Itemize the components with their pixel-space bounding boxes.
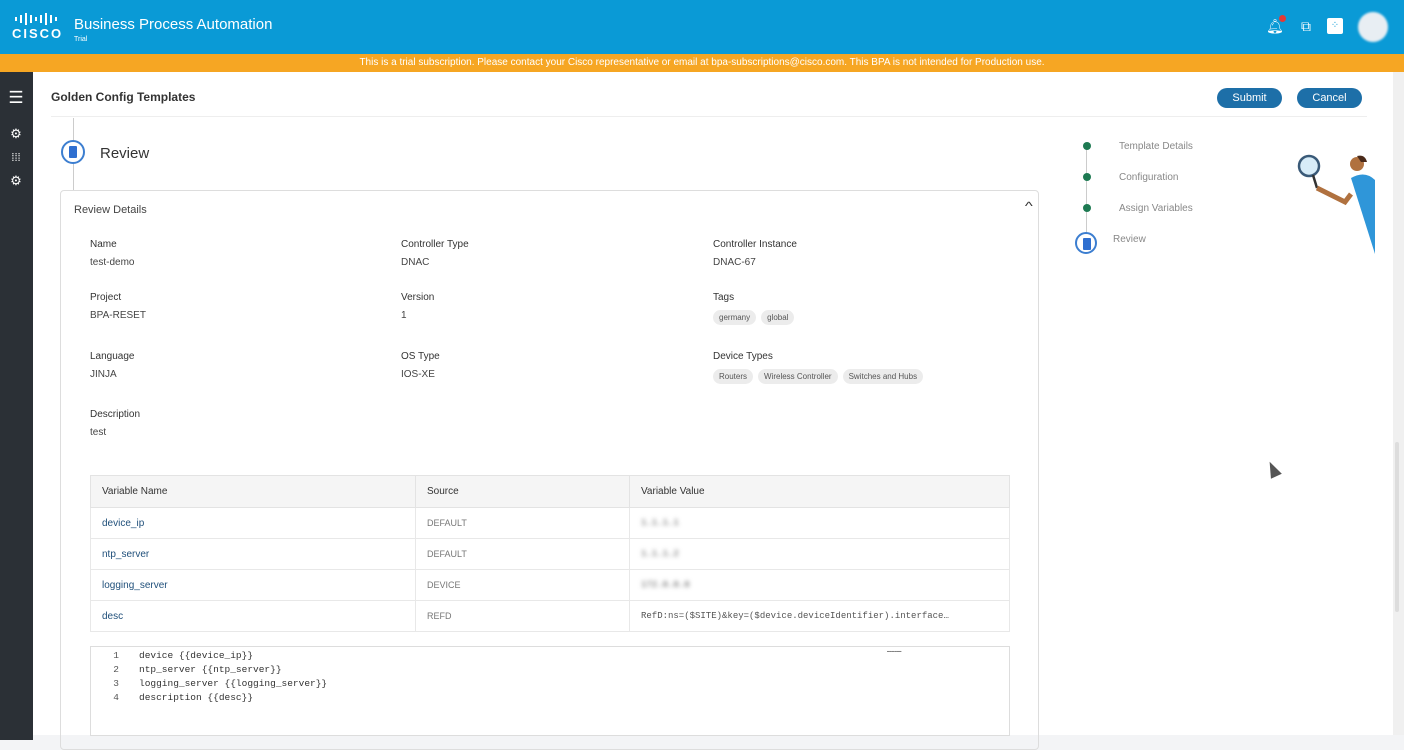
step-complete-icon [1083, 204, 1091, 212]
gear-icon[interactable]: ⚙ [8, 126, 24, 142]
field-controller-instance: Controller Instance DNAC-67 [713, 239, 797, 268]
review-step-icon [61, 140, 85, 164]
external-link-icon[interactable]: ⧉ [1298, 18, 1314, 34]
field-tags: Tags germany global [713, 292, 799, 325]
step-configuration[interactable]: Configuration [1119, 172, 1178, 183]
code-editor[interactable]: ▬▬▬▬▬▬ 1 device {{device_ip}} 2 ntp_server… [90, 646, 1010, 736]
variable-name: device_ip [90, 507, 416, 539]
scrollbar[interactable] [1393, 72, 1404, 735]
variable-source: DEFAULT [415, 507, 630, 539]
sidebar: ☰ ⚙ ⁞⁞⁞ ⚙ [0, 72, 33, 740]
cancel-button[interactable]: Cancel [1297, 88, 1362, 108]
page-title: Golden Config Templates [51, 90, 196, 104]
cisco-logo: cisco [12, 12, 64, 41]
variable-source: DEVICE [415, 569, 630, 601]
field-project: Project BPA-RESET [90, 292, 146, 321]
tag-chip: germany [713, 310, 757, 325]
logo-text: cisco [12, 26, 64, 41]
review-step-icon [1075, 232, 1097, 254]
tracker-line [1086, 146, 1087, 238]
app-title: Business Process Automation [74, 16, 273, 33]
table-row: device_ip DEFAULT 1.1.1.1 [90, 507, 1010, 539]
variable-source: DEFAULT [415, 538, 630, 570]
code-line: 2 ntp_server {{ntp_server}} [113, 664, 282, 675]
variable-name: logging_server [90, 569, 416, 601]
field-device-types: Device Types Routers Wireless Controller S… [713, 351, 928, 384]
code-line: 1 device {{device_ip}} [113, 650, 254, 661]
grid-icon[interactable]: ⁞⁞⁞ [8, 150, 24, 166]
step-template-details[interactable]: Template Details [1119, 141, 1193, 152]
code-line: 3 logging_server {{logging_server}} [113, 678, 328, 689]
column-header: Source [415, 475, 630, 508]
step-assign-variables[interactable]: Assign Variables [1119, 203, 1193, 214]
illustration-person-magnifier [1297, 154, 1375, 254]
settings-icon[interactable]: ⚙ [8, 173, 24, 189]
variable-source: REFD [415, 600, 630, 632]
divider [51, 116, 1367, 117]
variables-table: Variable Name Source Variable Value devi… [90, 475, 1010, 632]
trial-banner: This is a trial subscription. Please con… [0, 54, 1404, 72]
review-details-card: Review Details ^ Name test-demo Controlle… [60, 190, 1039, 750]
app-subtitle: Trial [74, 36, 88, 43]
table-row: logging_server DEVICE 172.0.0.0 [90, 569, 1010, 601]
variable-value: 1.1.1.1 [629, 507, 1010, 539]
field-controller-type: Controller Type DNAC [401, 239, 469, 268]
scrollbar-thumb[interactable] [1395, 442, 1399, 612]
bell-icon[interactable]: 🔔︎ [1266, 15, 1286, 34]
main-content: Golden Config Templates Submit Cancel Re… [33, 72, 1393, 750]
submit-button[interactable]: Submit [1217, 88, 1282, 108]
device-type-chip: Wireless Controller [758, 369, 838, 384]
table-row: desc REFD RefD:ns=($SITE)&key=($device.dev… [90, 600, 1010, 632]
variable-name: desc [90, 600, 416, 632]
variable-value: 1.1.1.2 [629, 538, 1010, 570]
step-complete-icon [1083, 142, 1091, 150]
variable-value: 172.0.0.0 [629, 569, 1010, 601]
avatar[interactable] [1358, 12, 1388, 42]
variable-value: RefD:ns=($SITE)&key=($device.deviceIdent… [629, 600, 1010, 632]
code-minimap[interactable]: ▬▬▬▬▬▬ [887, 650, 923, 656]
field-language: Language JINJA [90, 351, 135, 380]
top-bar: cisco Business Process Automation Trial … [0, 0, 1404, 54]
field-description: Description test [90, 409, 141, 438]
tag-chip: global [761, 310, 795, 325]
menu-icon[interactable]: ☰ [8, 89, 24, 106]
field-version: Version 1 [401, 292, 435, 321]
field-name: Name test-demo [90, 239, 135, 268]
notification-badge [1279, 15, 1286, 22]
device-type-chip: Routers [713, 369, 754, 384]
code-line: 4 description {{desc}} [113, 692, 254, 703]
step-title: Review [100, 145, 150, 162]
step-complete-icon [1083, 173, 1091, 181]
step-review[interactable]: Review [1113, 234, 1146, 245]
variable-name: ntp_server [90, 538, 416, 570]
field-os-type: OS Type IOS-XE [401, 351, 440, 380]
card-title: Review Details [74, 204, 147, 216]
table-row: ntp_server DEFAULT 1.1.1.2 [90, 538, 1010, 570]
device-type-chip: Switches and Hubs [842, 369, 924, 384]
chevron-up-icon[interactable]: ^ [1025, 199, 1033, 213]
column-header: Variable Value [629, 475, 1010, 508]
apps-icon[interactable]: ⁘ [1327, 18, 1343, 34]
column-header: Variable Name [90, 475, 416, 508]
